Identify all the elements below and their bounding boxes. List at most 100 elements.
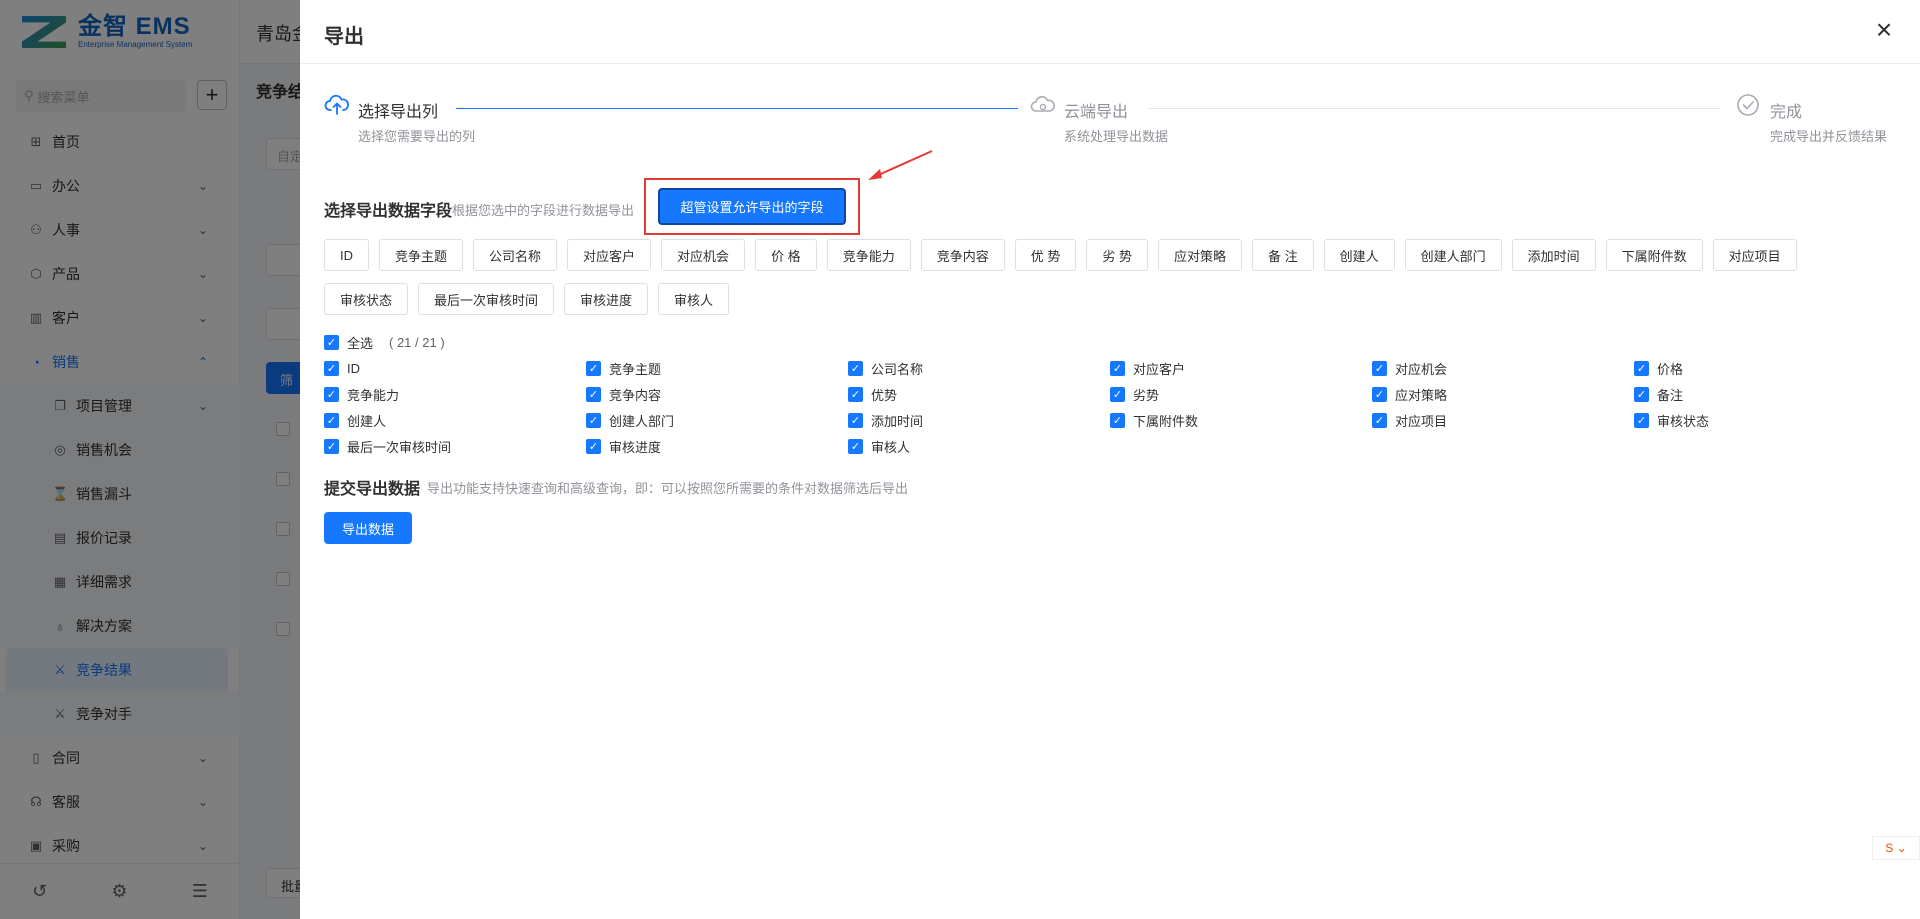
field-checkbox-label: ID: [347, 360, 360, 376]
field-tags-row: ID 竞争主题 公司名称 对应客户 对应机会价 格竞争能力 竞争内容优 势劣 势应对策略备…: [324, 239, 1807, 271]
step-line-pending: [1148, 108, 1720, 109]
field-checkbox-label: 审核进度: [609, 439, 662, 455]
field-checkbox[interactable]: ✓ 对应客户: [1110, 359, 1372, 377]
field-tag[interactable]: 竞争能力: [826, 239, 911, 271]
step-desc: 完成导出并反馈结果: [1770, 129, 1888, 144]
field-checkbox[interactable]: ✓ 添加时间: [848, 411, 1110, 429]
field-checkbox[interactable]: ✓ 审核状态: [1634, 411, 1896, 429]
select-fields-title: 选择导出数据字段: [324, 203, 453, 220]
field-checkbox[interactable]: ✓ 竞争主题: [586, 359, 848, 377]
cloud-icon: [1030, 96, 1055, 112]
step-title: 云端导出: [1064, 104, 1129, 121]
field-tag[interactable]: 优 势: [1014, 239, 1077, 271]
close-icon[interactable]: ×: [1870, 16, 1898, 44]
field-checkbox[interactable]: ✓ 劣势: [1110, 385, 1372, 403]
field-tag[interactable]: 应对策略: [1157, 239, 1242, 271]
field-checkbox[interactable]: ✓ 创建人部门: [586, 411, 848, 429]
field-checkbox-label: 竞争主题: [609, 361, 662, 377]
field-checkbox[interactable]: ✓ 对应项目: [1372, 411, 1634, 429]
field-tag[interactable]: 价 格: [755, 239, 817, 271]
field-checkbox-label: 对应机会: [1395, 361, 1448, 377]
field-tag[interactable]: 公司名称: [473, 239, 558, 271]
checkbox-checked-icon[interactable]: ✓: [324, 438, 339, 454]
checkbox-checked-icon[interactable]: ✓: [1634, 360, 1649, 376]
field-checkbox-label: 备注: [1657, 387, 1684, 403]
checkbox-checked-icon[interactable]: ✓: [1372, 386, 1387, 402]
checkbox-checked-icon[interactable]: ✓: [324, 412, 339, 428]
field-checkbox[interactable]: ✓ 备注: [1634, 385, 1896, 403]
drawer-header: 导出 ×: [300, 0, 1920, 64]
field-checkbox[interactable]: ✓ 公司名称: [848, 359, 1110, 377]
field-tag[interactable]: 添加时间: [1511, 239, 1596, 271]
field-tag[interactable]: 对应项目: [1712, 239, 1797, 271]
field-tag[interactable]: ID: [324, 239, 369, 271]
checkbox-checked-icon[interactable]: ✓: [586, 412, 601, 428]
field-checkbox-label: 对应客户: [1133, 361, 1186, 377]
checkbox-checked-icon[interactable]: ✓: [586, 360, 601, 376]
drawer-title: 导出: [324, 26, 364, 48]
checkbox-checked-icon[interactable]: ✓: [1110, 412, 1125, 428]
field-checkbox-label: 创建人部门: [609, 413, 675, 429]
checkbox-checked-icon[interactable]: ✓: [1372, 360, 1387, 376]
field-tag[interactable]: 创建人: [1323, 239, 1395, 271]
submit-export-title: 提交导出数据: [324, 481, 421, 498]
checkbox-checked-icon[interactable]: ✓: [324, 360, 339, 376]
field-checkbox[interactable]: ✓ 最后一次审核时间: [324, 437, 586, 455]
export-steps: 选择导出列 选择您需要导出的列 云端导出 系统处理导出数据 完成 完成导出并反馈…: [324, 92, 1896, 152]
field-tag[interactable]: 对应客户: [567, 239, 652, 271]
field-checkbox[interactable]: ✓ 对应机会: [1372, 359, 1634, 377]
field-tag[interactable]: 创建人部门: [1404, 239, 1502, 271]
checkbox-checked-icon[interactable]: ✓: [1634, 412, 1649, 428]
field-checkbox-label: 应对策略: [1395, 387, 1448, 403]
field-tag[interactable]: 最后一次审核时间: [418, 283, 555, 315]
export-drawer: 导出 × 选择导出列 选择您需要导出的列 云端导出 系统处理导出数据 完成 完成…: [300, 0, 1920, 919]
field-checkbox-label: 价格: [1657, 361, 1684, 377]
select-fields-hint: 根据您选中的字段进行数据导出: [452, 203, 635, 218]
field-checkbox[interactable]: ✓ 竞争能力: [324, 385, 586, 403]
field-checkbox-label: 审核状态: [1657, 413, 1710, 429]
field-checkbox[interactable]: ✓ 下属附件数: [1110, 411, 1372, 429]
checkbox-checked-icon[interactable]: ✓: [324, 386, 339, 402]
step-title: 选择导出列: [358, 104, 439, 121]
field-checkbox[interactable]: ✓ 创建人: [324, 411, 586, 429]
check-all[interactable]: ✓ 全选 ( 21 / 21 ): [324, 333, 445, 352]
field-tag[interactable]: 备 注: [1251, 239, 1314, 271]
field-checkbox[interactable]: ✓ 优势: [848, 385, 1110, 403]
field-checkbox[interactable]: ✓ 竞争内容: [586, 385, 848, 403]
checkbox-checked-icon[interactable]: ✓: [1372, 412, 1387, 428]
field-checkbox[interactable]: ✓ ID: [324, 359, 586, 377]
checkbox-checked-icon[interactable]: ✓: [586, 386, 601, 402]
checkbox-checked-icon[interactable]: ✓: [1110, 386, 1125, 402]
checkbox-checked-icon[interactable]: ✓: [324, 335, 339, 350]
checkbox-checked-icon[interactable]: ✓: [848, 438, 863, 454]
field-tag[interactable]: 竞争内容: [920, 239, 1005, 271]
check-all-label: 全选: [347, 336, 374, 351]
field-checkbox-label: 竞争内容: [609, 387, 662, 403]
field-tag[interactable]: 下属附件数: [1605, 239, 1703, 271]
export-data-button[interactable]: 导出数据: [324, 512, 412, 544]
floating-widget[interactable]: S ⌄: [1872, 836, 1920, 860]
checkbox-checked-icon[interactable]: ✓: [848, 412, 863, 428]
checkbox-checked-icon[interactable]: ✓: [586, 438, 601, 454]
field-checkbox[interactable]: ✓ 价格: [1634, 359, 1896, 377]
field-checkbox-label: 公司名称: [871, 361, 924, 377]
field-tag[interactable]: 审核状态: [324, 283, 409, 315]
checkbox-checked-icon[interactable]: ✓: [848, 360, 863, 376]
field-checkbox[interactable]: ✓ 审核人: [848, 437, 1110, 455]
field-tag[interactable]: 竞争主题: [379, 239, 464, 271]
super-admin-fields-button[interactable]: 超管设置允许导出的字段: [658, 188, 846, 225]
field-tag[interactable]: 审核人: [658, 283, 730, 315]
field-tags-row: 审核状态 最后一次审核时间 审核进度 审核人: [324, 283, 739, 315]
check-circle-icon: [1737, 94, 1759, 116]
checkbox-checked-icon[interactable]: ✓: [1634, 386, 1649, 402]
field-tag[interactable]: 对应机会: [661, 239, 746, 271]
field-checkbox-label: 创建人: [347, 413, 387, 429]
field-tag[interactable]: 劣 势: [1086, 239, 1148, 271]
checkbox-checked-icon[interactable]: ✓: [1110, 360, 1125, 376]
checkbox-checked-icon[interactable]: ✓: [848, 386, 863, 402]
field-checkbox[interactable]: ✓ 审核进度: [586, 437, 848, 455]
field-checkbox[interactable]: ✓ 应对策略: [1372, 385, 1634, 403]
field-checkbox-label: 竞争能力: [347, 387, 400, 403]
field-tag[interactable]: 审核进度: [564, 283, 649, 315]
check-all-count: ( 21 / 21 ): [389, 335, 445, 350]
